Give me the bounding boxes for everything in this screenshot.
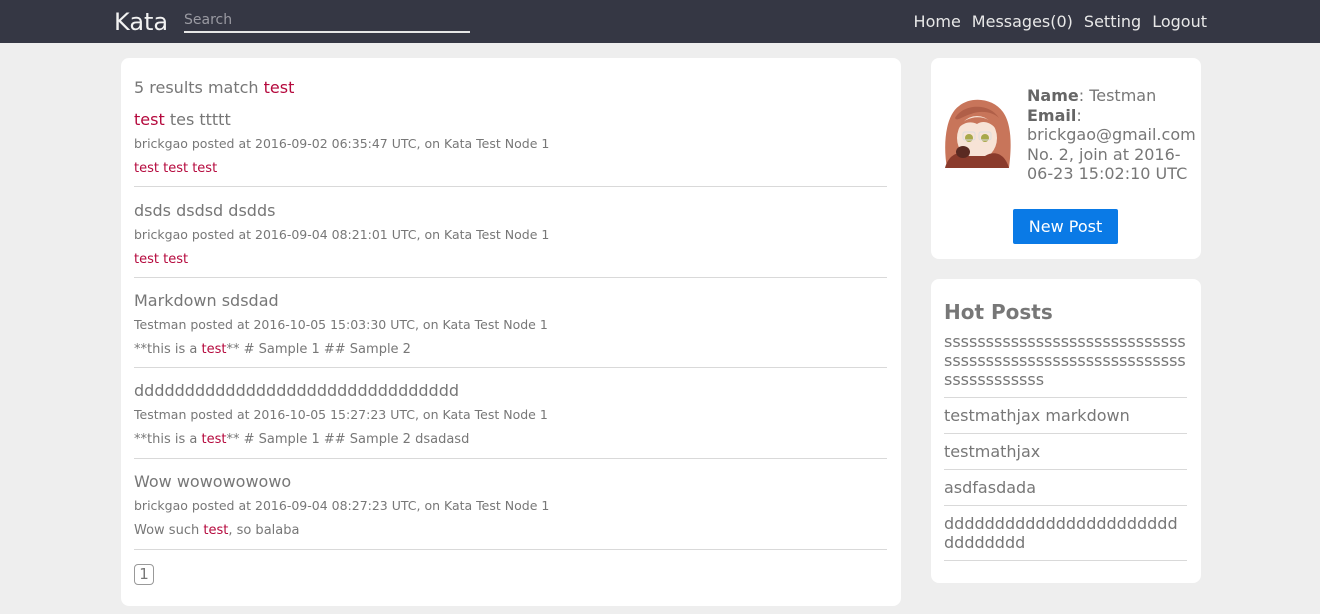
snippet-text: **this is a: [134, 432, 202, 447]
hot-post-item[interactable]: testmathjax: [944, 442, 1187, 470]
snippet-text: Wow such: [134, 523, 204, 538]
profile-info: Name: Testman Email: brickgao@gmail.com …: [1027, 86, 1199, 184]
title-text: tes ttttt: [164, 110, 231, 129]
name-value: : Testman: [1078, 86, 1157, 105]
nav-home-link[interactable]: Home: [914, 12, 961, 32]
result-meta: brickgao posted at 2016-09-02 06:35:47 U…: [134, 136, 550, 151]
user-avatar[interactable]: [941, 96, 1011, 168]
hot-posts-card: Hot Posts ssssssssssssssssssssssssssssss…: [931, 279, 1201, 583]
result-meta: Testman posted at 2016-10-05 15:27:23 UT…: [134, 407, 548, 422]
result-snippet: test test test: [134, 161, 887, 177]
profile-card: Name: Testman Email: brickgao@gmail.com …: [931, 58, 1201, 259]
hot-post-item[interactable]: ddddddddddddddddddddddddddddddd: [944, 514, 1187, 561]
hot-post-item[interactable]: ssssssssssssssssssssssssssssssssssssssss…: [944, 332, 1187, 398]
highlight-term: test: [134, 110, 165, 129]
result-title[interactable]: dsds dsdsd dsdds: [134, 201, 887, 221]
hot-posts-list: ssssssssssssssssssssssssssssssssssssssss…: [944, 332, 1187, 569]
result-snippet: Wow such test, so balaba: [134, 523, 887, 539]
snippet-text: ** # Sample 1 ## Sample 2 dsadasd: [226, 432, 470, 447]
title-text: Markdown sdsdad: [134, 291, 279, 310]
title-text: Wow wowowowowo: [134, 472, 292, 491]
profile-name-row: Name: Testman: [1027, 86, 1199, 106]
member-info: No. 2, join at 2016-06-23 15:02:10 UTC: [1027, 144, 1188, 184]
nav-logout-link[interactable]: Logout: [1152, 12, 1207, 32]
result-title[interactable]: test tes ttttt: [134, 110, 887, 130]
result-snippet: **this is a test** # Sample 1 ## Sample …: [134, 432, 887, 448]
highlight-term: test: [201, 342, 227, 357]
nav-links: Home Messages(0) Setting Logout: [914, 12, 1207, 32]
result-item[interactable]: test tes ttttt brickgao posted at 2016-09…: [134, 110, 887, 187]
result-meta: Testman posted at 2016-10-05 15:03:30 UT…: [134, 317, 548, 332]
result-item[interactable]: dddddddddddddddddddddddddddddddd Testman …: [134, 381, 887, 459]
result-item[interactable]: Wow wowowowowo brickgao posted at 2016-09…: [134, 472, 887, 550]
search-results-card: 5 results match test test tes ttttt brick…: [121, 58, 901, 606]
snippet-text: **this is a: [134, 342, 202, 357]
snippet-text: , so balaba: [228, 523, 300, 538]
nav-messages-link[interactable]: Messages(0): [972, 12, 1073, 32]
pagination-page-1[interactable]: 1: [134, 564, 154, 585]
profile-email-row: Email:: [1027, 106, 1199, 126]
hot-post-item[interactable]: asdfasdada: [944, 478, 1187, 506]
top-navbar: Kata Home Messages(0) Setting Logout: [0, 0, 1320, 43]
nav-setting-link[interactable]: Setting: [1084, 12, 1141, 32]
result-item[interactable]: dsds dsdsd dsdds brickgao posted at 2016-…: [134, 201, 887, 278]
title-text: dsds dsdsd dsdds: [134, 201, 276, 220]
search-query: test: [263, 78, 295, 97]
highlight-term: test: [201, 432, 227, 447]
hot-posts-title: Hot Posts: [944, 300, 1053, 324]
email-label: Email: [1027, 105, 1077, 125]
title-text: dddddddddddddddddddddddddddddddd: [134, 381, 459, 400]
search-input[interactable]: [184, 11, 470, 33]
result-meta: brickgao posted at 2016-09-04 08:21:01 U…: [134, 227, 550, 242]
results-summary: 5 results match test: [134, 78, 294, 97]
highlight-term: test test test: [134, 161, 218, 176]
result-title[interactable]: Markdown sdsdad: [134, 291, 887, 311]
result-snippet: **this is a test** # Sample 1 ## Sample …: [134, 342, 887, 358]
result-meta: brickgao posted at 2016-09-04 08:27:23 U…: [134, 498, 550, 513]
snippet-text: ** # Sample 1 ## Sample 2: [226, 342, 411, 357]
brand-logo[interactable]: Kata: [114, 8, 168, 36]
result-title[interactable]: Wow wowowowowo: [134, 472, 887, 492]
email-value: brickgao@gmail.com: [1027, 125, 1196, 144]
result-item[interactable]: Markdown sdsdad Testman posted at 2016-10…: [134, 291, 887, 368]
result-title[interactable]: dddddddddddddddddddddddddddddddd: [134, 381, 887, 401]
hot-post-item[interactable]: testmathjax markdown: [944, 406, 1187, 434]
results-count-text: 5 results match: [134, 78, 264, 97]
name-label: Name: [1027, 86, 1079, 105]
highlight-term: test test: [134, 252, 189, 267]
new-post-button[interactable]: New Post: [1013, 209, 1118, 244]
result-snippet: test test: [134, 252, 887, 268]
email-colon: :: [1076, 105, 1082, 125]
highlight-term: test: [203, 523, 229, 538]
